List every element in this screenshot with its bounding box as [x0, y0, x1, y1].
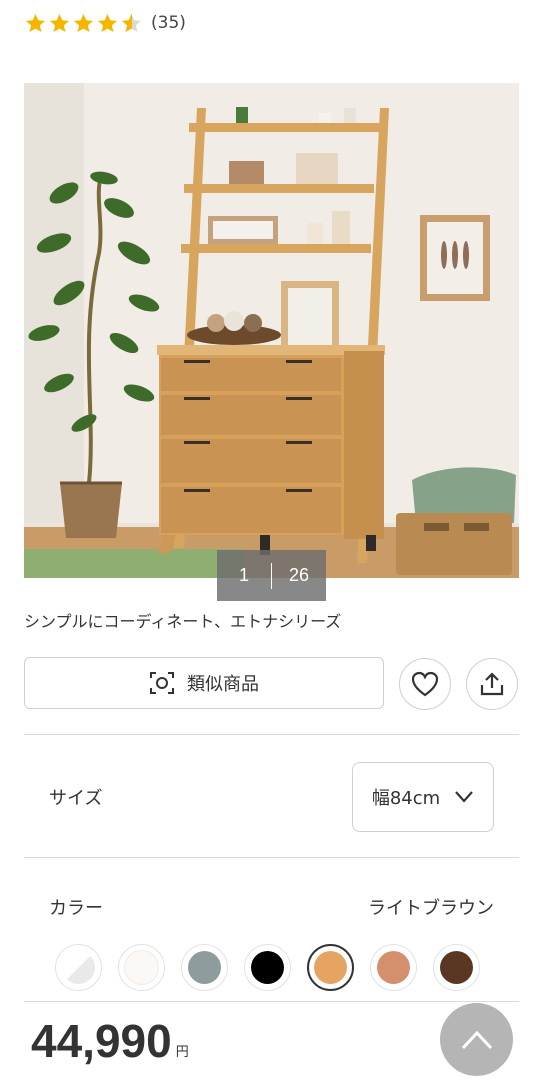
color-swatch-dot — [440, 951, 473, 984]
color-swatch[interactable] — [181, 944, 228, 991]
favorite-button[interactable] — [399, 658, 451, 710]
share-icon — [480, 672, 504, 696]
size-select[interactable]: 幅84cm — [352, 762, 494, 832]
size-label: サイズ — [49, 788, 103, 809]
star-icon — [49, 13, 70, 32]
divider — [24, 1001, 519, 1002]
color-swatch[interactable] — [307, 944, 354, 991]
color-swatch[interactable] — [244, 944, 291, 991]
chevron-down-icon — [455, 791, 473, 803]
similar-items-button[interactable]: 類似商品 — [24, 657, 384, 709]
product-image[interactable] — [24, 83, 519, 578]
star-icon — [73, 13, 94, 32]
color-swatch[interactable] — [55, 944, 102, 991]
image-counter: 1 26 — [217, 550, 326, 601]
image-counter-current: 1 — [238, 565, 249, 585]
rating[interactable]: (35) — [24, 11, 186, 35]
review-count[interactable]: (35) — [151, 13, 186, 33]
color-swatch-dot — [314, 951, 347, 984]
color-swatch-dot — [124, 950, 159, 985]
price: 44,990 円 — [31, 1018, 189, 1064]
price-unit: 円 — [175, 1045, 189, 1060]
color-label: カラー — [49, 898, 103, 919]
image-caption: シンプルにコーディネート、エトナシリーズ — [24, 612, 342, 631]
chevron-up-icon — [461, 1030, 492, 1049]
half-star-icon — [121, 13, 142, 32]
star-icon — [97, 13, 118, 32]
heart-icon — [411, 671, 439, 697]
divider — [24, 734, 519, 735]
color-swatch-dot — [251, 951, 284, 984]
size-selected-value: 幅84cm — [371, 788, 441, 809]
similar-items-label: 類似商品 — [187, 674, 259, 695]
color-swatch-dot — [377, 951, 410, 984]
color-swatch[interactable] — [433, 944, 480, 991]
color-swatch-dot — [62, 951, 95, 984]
color-swatch[interactable] — [118, 944, 165, 991]
price-value: 44,990 — [31, 1015, 172, 1067]
rating-stars — [24, 12, 143, 35]
color-swatch[interactable] — [370, 944, 417, 991]
star-icon — [25, 13, 46, 32]
share-button[interactable] — [466, 658, 518, 710]
selected-color-name: ライトブラウン — [368, 898, 494, 919]
color-swatches — [55, 944, 480, 991]
divider — [24, 857, 519, 858]
scroll-to-top-button[interactable] — [440, 1003, 513, 1076]
color-swatch-dot — [188, 951, 221, 984]
image-search-icon — [150, 672, 174, 694]
image-counter-total: 26 — [288, 565, 310, 585]
